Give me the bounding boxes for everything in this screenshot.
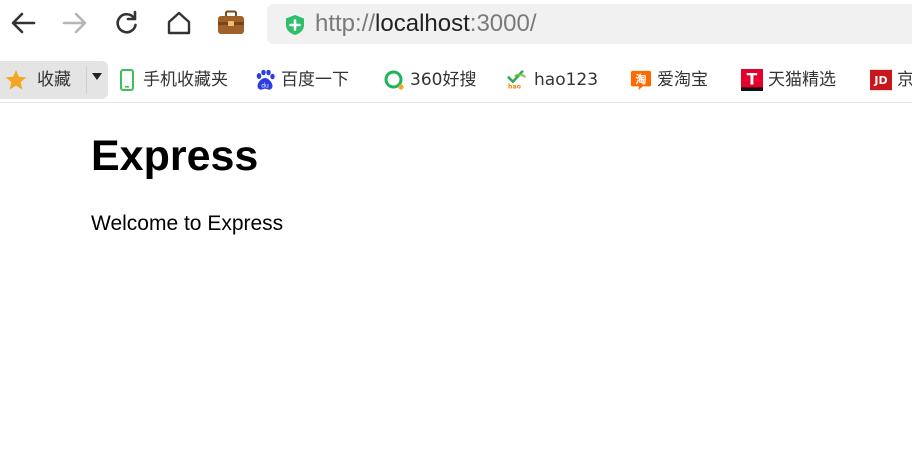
svg-text:JD: JD <box>873 74 887 87</box>
browser-toolbar: http://localhost:3000/ <box>0 0 912 52</box>
jd-icon: JD <box>870 69 892 91</box>
bookmark-360-search[interactable]: 360好搜 <box>383 66 476 94</box>
bookmark-hao123[interactable]: hao hao123 <box>507 66 598 94</box>
forward-button[interactable] <box>58 6 92 40</box>
star-icon <box>5 70 27 90</box>
bookmark-baidu[interactable]: du 百度一下 <box>254 66 349 94</box>
taobao-icon: 淘 <box>630 69 652 91</box>
url-host: localhost <box>375 10 470 37</box>
home-icon <box>167 11 191 35</box>
reload-button[interactable] <box>110 6 144 40</box>
wallet-icon <box>218 10 244 34</box>
page-title: Express <box>91 132 259 180</box>
divider <box>86 66 87 94</box>
url-text[interactable]: http://localhost:3000/ <box>315 9 537 39</box>
svg-text:T: T <box>747 71 758 89</box>
home-button[interactable] <box>162 6 196 40</box>
svg-text:hao: hao <box>508 83 522 90</box>
back-button[interactable] <box>6 6 40 40</box>
forward-arrow-icon <box>62 12 87 34</box>
url-port-path: :3000/ <box>469 10 537 37</box>
shield-plus-icon <box>286 15 304 35</box>
hao123-icon: hao <box>507 69 529 91</box>
favorites-label: 收藏 <box>37 70 71 90</box>
bookmark-label: 360好搜 <box>410 70 477 90</box>
svg-text:du: du <box>261 83 269 90</box>
bookmark-mobile-favorites[interactable]: 手机收藏夹 <box>116 66 228 94</box>
url-scheme: http:// <box>315 10 376 37</box>
favorites-button[interactable]: 收藏 <box>0 61 108 99</box>
reload-icon <box>116 10 137 34</box>
bookmarks-bar: 收藏 手机收藏夹 du 百度一下 360好搜 hao hao123 淘 爱淘宝 … <box>0 58 912 103</box>
svg-text:淘: 淘 <box>636 72 647 86</box>
bookmark-label: hao123 <box>534 70 599 90</box>
wallet-button[interactable] <box>214 6 248 40</box>
bookmark-label: 手机收藏夹 <box>143 70 228 90</box>
tmall-icon: T <box>741 69 763 91</box>
bookmark-label: 百度一下 <box>281 70 349 90</box>
bookmark-jd[interactable]: JD 京 <box>870 66 912 94</box>
phone-icon <box>116 69 138 91</box>
baidu-paw-icon: du <box>254 69 276 91</box>
back-arrow-icon <box>11 12 36 34</box>
bookmark-label: 天猫精选 <box>768 70 836 90</box>
bookmark-ai-taobao[interactable]: 淘 爱淘宝 <box>630 66 708 94</box>
welcome-message: Welcome to Express <box>91 212 284 235</box>
bookmark-tmall[interactable]: T 天猫精选 <box>741 66 836 94</box>
bookmark-label: 京 <box>897 69 912 91</box>
chevron-down-icon[interactable] <box>92 73 102 80</box>
bookmark-label: 爱淘宝 <box>657 70 708 90</box>
360-search-icon <box>383 69 405 91</box>
address-bar[interactable]: http://localhost:3000/ <box>267 4 912 44</box>
